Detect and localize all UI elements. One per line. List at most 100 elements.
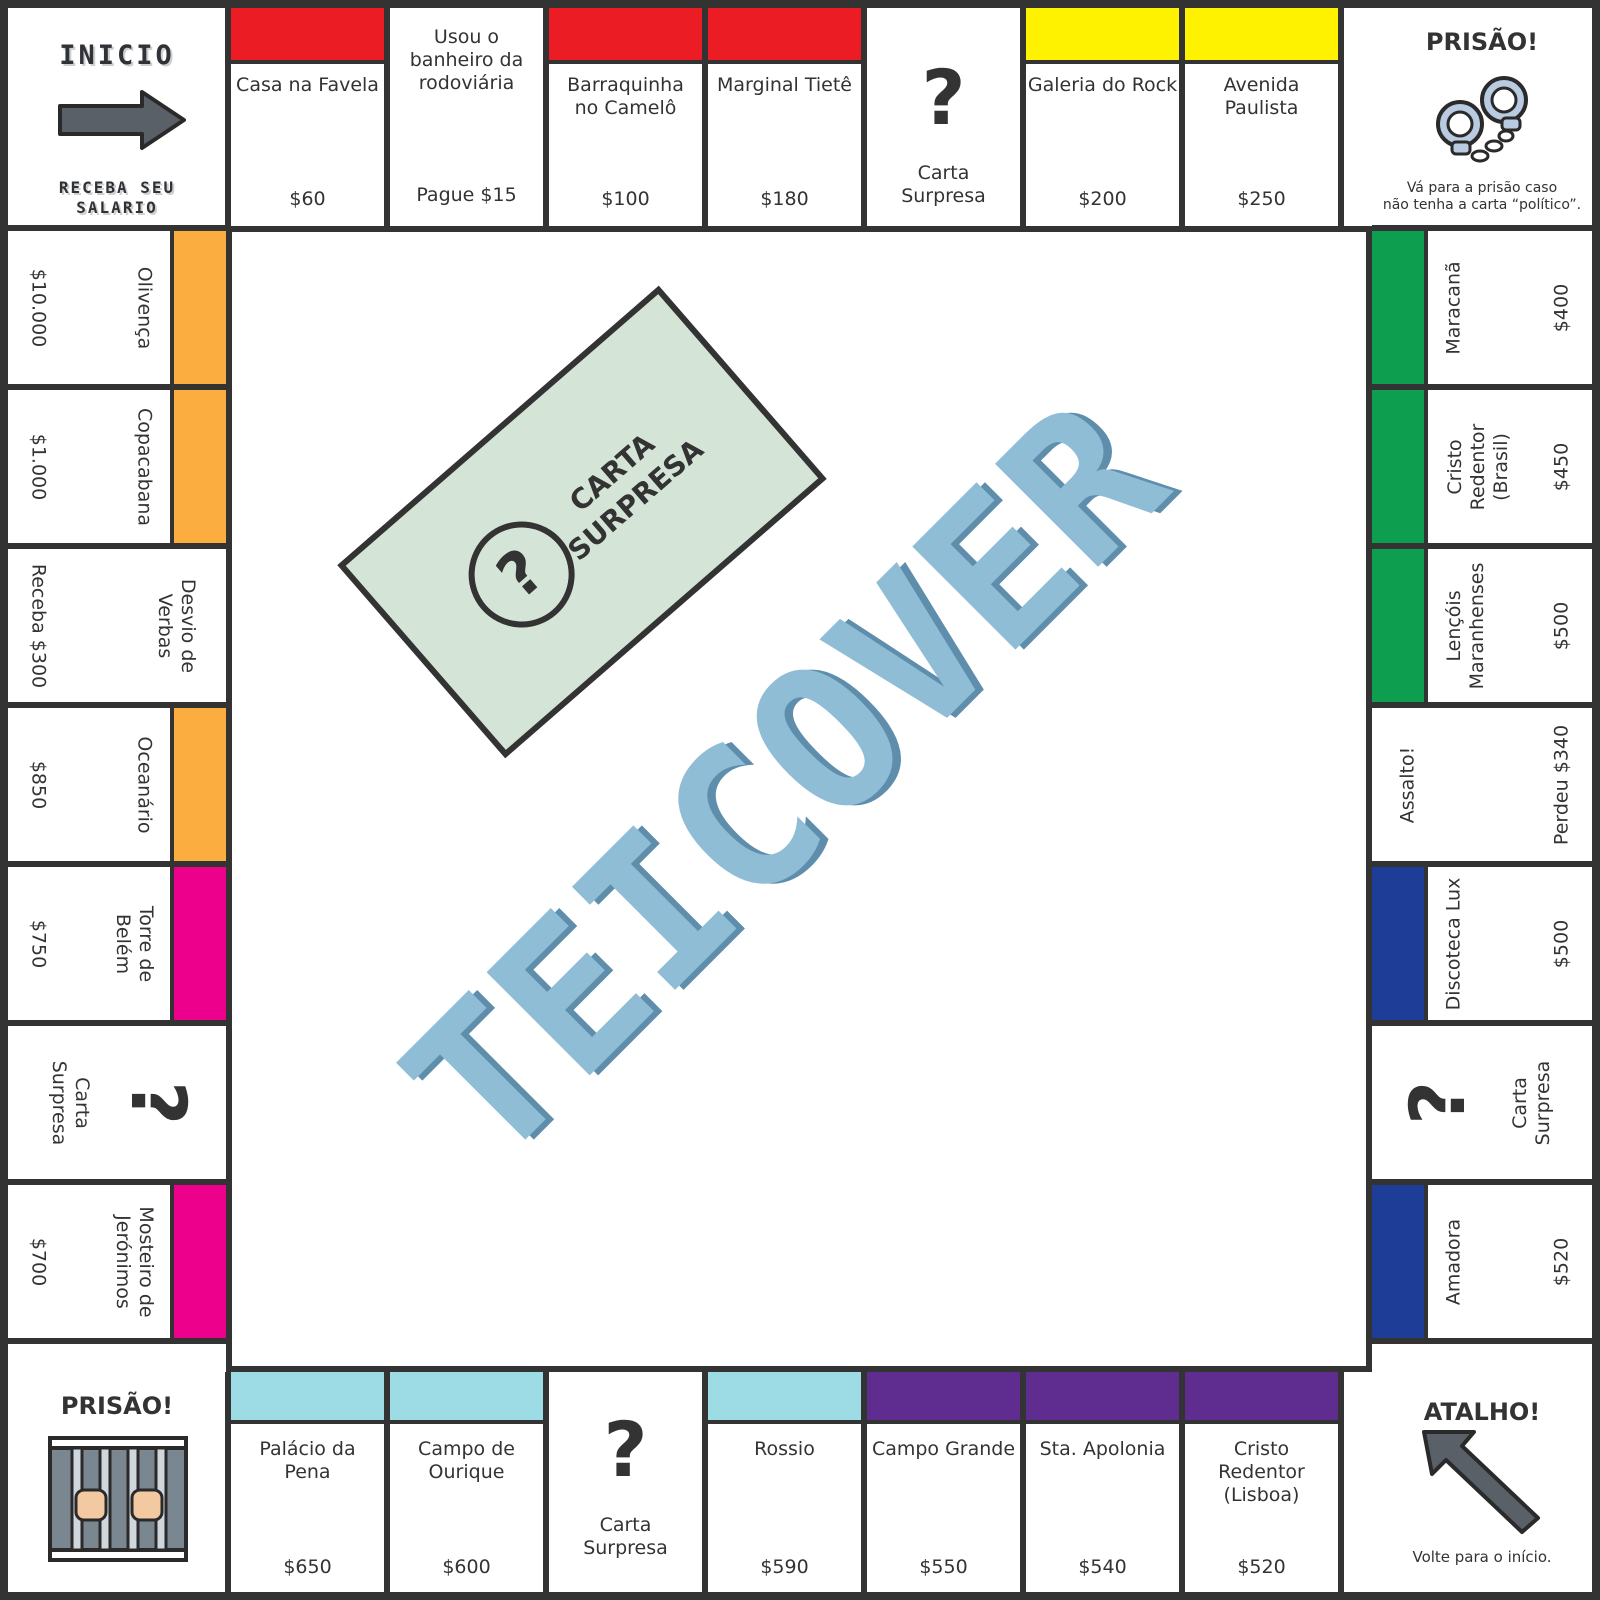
corner-go-to-jail[interactable]: PRISÃO! Vá para a prisão caso não tenha … bbox=[1372, 8, 1592, 226]
divider bbox=[384, 8, 390, 226]
space-right-7[interactable]: Amadora $520 bbox=[1372, 1182, 1592, 1341]
go-to-jail-caption: Vá para a prisão caso não tenha a carta … bbox=[1382, 180, 1582, 213]
space-price: $500 bbox=[1550, 601, 1573, 650]
space-name: Discoteca Lux bbox=[1442, 877, 1465, 1010]
divider bbox=[8, 1179, 226, 1185]
space-right-2[interactable]: Cristo Redentor (Brasil) $450 bbox=[1372, 387, 1592, 546]
band-divider bbox=[1182, 1420, 1341, 1424]
band-divider bbox=[1023, 1420, 1182, 1424]
divider bbox=[1372, 225, 1592, 231]
divider bbox=[1372, 702, 1592, 708]
space-right-1[interactable]: Maracanã $400 bbox=[1372, 228, 1592, 387]
divider bbox=[8, 702, 226, 708]
space-name: Galeria do Rock bbox=[1027, 74, 1178, 96]
space-price: $520 bbox=[1550, 1237, 1573, 1286]
space-bottom-1[interactable]: Palácio da Pena $650 bbox=[228, 1372, 387, 1592]
space-name: Torre de Belém bbox=[112, 905, 157, 982]
divider bbox=[702, 8, 708, 226]
space-name: Palácio da Pena bbox=[259, 1438, 356, 1483]
frame-top bbox=[0, 0, 1600, 8]
space-left-5[interactable]: Torre de Belém $750 bbox=[8, 864, 226, 1023]
start-caption: RECEBA SEU SALARIO bbox=[58, 178, 176, 217]
space-left-1[interactable]: Olivença $10.000 bbox=[8, 228, 226, 387]
space-name: Cristo Redentor (Brasil) bbox=[1443, 423, 1512, 510]
space-right-4[interactable]: Assalto! Perdeu $340 bbox=[1372, 705, 1592, 864]
color-band bbox=[174, 864, 226, 1023]
divider bbox=[8, 384, 226, 390]
up-left-arrow-icon bbox=[1422, 1430, 1540, 1534]
space-name: Cristo Redentor (Lisboa) bbox=[1218, 1438, 1305, 1506]
space-right-5[interactable]: Discoteca Lux $500 bbox=[1372, 864, 1592, 1023]
space-price: Perdeu $340 bbox=[1550, 724, 1573, 845]
question-mark-icon: ? bbox=[603, 1405, 648, 1494]
space-bottom-5[interactable]: Campo Grande $550 bbox=[864, 1372, 1023, 1592]
divider bbox=[1338, 8, 1344, 226]
space-left-2[interactable]: Copacabana $1.000 bbox=[8, 387, 226, 546]
space-price: $180 bbox=[760, 188, 809, 210]
space-right-6[interactable]: ? Carta Surpresa bbox=[1372, 1023, 1592, 1182]
band-divider bbox=[228, 1420, 387, 1424]
jail-cell-icon bbox=[48, 1436, 188, 1562]
space-top-3[interactable]: Barraquinha no Camelô $100 bbox=[546, 8, 705, 226]
divider bbox=[1372, 384, 1592, 390]
divider bbox=[225, 1372, 231, 1592]
band-divider bbox=[705, 1420, 864, 1424]
space-name: Barraquinha no Camelô bbox=[567, 74, 684, 119]
space-left-7[interactable]: Mosteiro de Jerónimos $700 bbox=[8, 1182, 226, 1341]
color-band bbox=[1023, 1372, 1182, 1424]
space-top-4[interactable]: Marginal Tietê $180 bbox=[705, 8, 864, 226]
space-bottom-2[interactable]: Campo de Ourique $600 bbox=[387, 1372, 546, 1592]
color-band bbox=[1182, 8, 1341, 60]
divider bbox=[8, 225, 226, 231]
shortcut-title: ATALHO! bbox=[1423, 1398, 1541, 1426]
space-left-6[interactable]: ? Carta Surpresa bbox=[8, 1023, 226, 1182]
space-top-5[interactable]: ? Carta Surpresa bbox=[864, 8, 1023, 226]
space-price: $700 bbox=[27, 1237, 50, 1286]
space-price: $650 bbox=[283, 1556, 332, 1578]
space-price: $1.000 bbox=[27, 433, 50, 500]
space-name: Avenida Paulista bbox=[1223, 74, 1300, 119]
space-top-2[interactable]: Usou o banheiro da rodoviária Pague $15 bbox=[387, 8, 546, 226]
color-band bbox=[1372, 864, 1424, 1023]
space-name: Mosteiro de Jerónimos bbox=[112, 1205, 157, 1318]
corner-shortcut[interactable]: ATALHO! Volte para o início. bbox=[1372, 1372, 1592, 1592]
space-price: $60 bbox=[289, 188, 326, 210]
band-divider bbox=[170, 1182, 174, 1341]
band-divider bbox=[1424, 1182, 1428, 1341]
space-price: $550 bbox=[919, 1556, 968, 1578]
inner-right bbox=[1366, 226, 1372, 1372]
space-price: $100 bbox=[601, 188, 650, 210]
space-top-1[interactable]: Casa na Favela $60 bbox=[228, 8, 387, 226]
space-name: Desvio de Verbas bbox=[154, 578, 199, 673]
space-name: Rossio bbox=[754, 1438, 815, 1460]
color-band bbox=[174, 228, 226, 387]
space-bottom-6[interactable]: Sta. Apolonia $540 bbox=[1023, 1372, 1182, 1592]
space-price: $540 bbox=[1078, 1556, 1127, 1578]
frame-bottom bbox=[0, 1592, 1600, 1600]
divider bbox=[1020, 1372, 1026, 1592]
band-divider bbox=[170, 228, 174, 387]
space-left-4[interactable]: Oceanário $850 bbox=[8, 705, 226, 864]
question-mark-icon: ? bbox=[1393, 1080, 1482, 1125]
divider bbox=[1179, 8, 1185, 226]
space-price: Receba $300 bbox=[27, 563, 50, 688]
corner-jail[interactable]: PRISÃO! bbox=[8, 1372, 226, 1592]
band-divider bbox=[1182, 60, 1341, 64]
space-bottom-3[interactable]: ? Carta Surpresa bbox=[546, 1372, 705, 1592]
color-band bbox=[1372, 228, 1424, 387]
space-bottom-4[interactable]: Rossio $590 bbox=[705, 1372, 864, 1592]
space-top-6[interactable]: Galeria do Rock $200 bbox=[1023, 8, 1182, 226]
color-band bbox=[546, 8, 705, 60]
color-band bbox=[228, 8, 387, 60]
color-band bbox=[705, 8, 864, 60]
corner-start[interactable]: INICIO RECEBA SEU SALARIO bbox=[8, 8, 226, 226]
inner-bottom bbox=[226, 1366, 1372, 1372]
space-left-3[interactable]: Desvio de Verbas Receba $300 bbox=[8, 546, 226, 705]
divider bbox=[8, 861, 226, 867]
space-right-3[interactable]: Lençóis Maranhenses $500 bbox=[1372, 546, 1592, 705]
space-bottom-7[interactable]: Cristo Redentor (Lisboa) $520 bbox=[1182, 1372, 1341, 1592]
divider bbox=[1179, 1372, 1185, 1592]
divider bbox=[702, 1372, 708, 1592]
handcuffs-icon bbox=[1436, 76, 1528, 163]
space-top-7[interactable]: Avenida Paulista $250 bbox=[1182, 8, 1341, 226]
